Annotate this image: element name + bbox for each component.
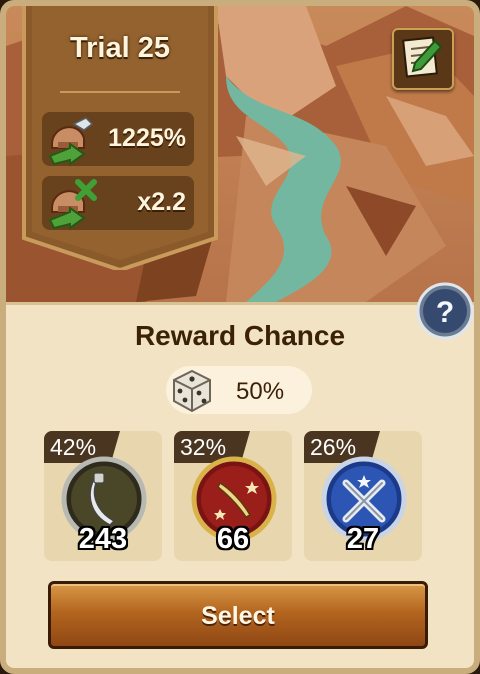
reward-chance-title: Reward Chance	[134, 320, 346, 351]
defense-multiplier-value: x2.2	[137, 188, 186, 216]
attack-boost-icon	[44, 114, 98, 166]
select-button-label: Select	[201, 602, 275, 630]
slot-count: 243	[78, 523, 128, 555]
select-button[interactable]: Select	[48, 581, 428, 649]
notes-icon	[399, 35, 443, 79]
trial-banner: Trial 25 1225% x2.2	[20, 6, 220, 270]
dice-icon	[168, 367, 216, 415]
trial-card: Trial 25 1225% x2.2 ? Reward Chance 50% …	[0, 0, 480, 674]
reward-slot-blue[interactable]: 26% 27	[304, 431, 422, 561]
defense-multiplier-icon	[44, 178, 98, 230]
trial-title: Trial 25	[70, 32, 170, 64]
reward-chance-value: 50%	[236, 378, 285, 405]
notes-button[interactable]	[392, 28, 454, 90]
reward-slot-silver[interactable]: 42% 243	[44, 431, 162, 561]
slot-count: 27	[346, 523, 380, 555]
reward-slot-red[interactable]: 32% 66	[174, 431, 292, 561]
reward-chance-pill: 50%	[166, 366, 312, 414]
attack-boost-value: 1225%	[108, 124, 186, 152]
attack-boost-stat: 1225%	[42, 112, 194, 166]
defense-multiplier-stat: x2.2	[42, 176, 194, 230]
slot-count: 66	[216, 523, 250, 555]
